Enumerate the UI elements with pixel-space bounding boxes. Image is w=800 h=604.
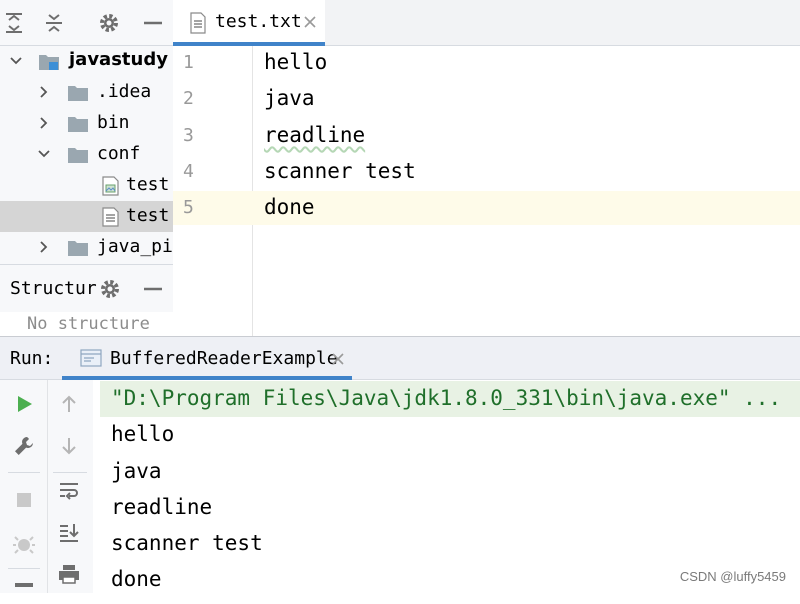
project-toolbar xyxy=(0,0,173,46)
expand-all-icon[interactable] xyxy=(2,11,26,35)
hide-icon[interactable] xyxy=(141,277,165,301)
run-label: Run: xyxy=(10,348,54,369)
tree-item-label: test. xyxy=(126,174,173,195)
hide-icon[interactable] xyxy=(141,11,165,35)
structure-title[interactable]: Structur xyxy=(10,278,97,299)
code-line[interactable]: hello xyxy=(264,50,327,74)
gear-icon[interactable] xyxy=(98,277,122,301)
folder-icon xyxy=(67,238,89,258)
structure-body: No structure xyxy=(0,312,173,337)
console-line[interactable]: hello xyxy=(111,422,174,446)
line-number: 1 xyxy=(183,52,194,73)
tree-item-label: bin xyxy=(97,112,130,133)
project-folder-icon xyxy=(38,52,60,72)
collapse-all-icon[interactable] xyxy=(42,11,66,35)
tree-item-idea[interactable]: .idea xyxy=(0,77,173,108)
folder-icon xyxy=(67,114,89,134)
current-line-highlight xyxy=(253,191,800,225)
layout-icon[interactable] xyxy=(12,580,36,604)
text-file-icon xyxy=(100,207,122,227)
scroll-to-end-icon[interactable] xyxy=(57,520,81,544)
rerun-icon[interactable] xyxy=(12,392,36,416)
tree-item-test-txt[interactable]: test. xyxy=(0,201,173,232)
watermark: CSDN @luffy5459 xyxy=(679,569,786,584)
arrow-down-icon[interactable] xyxy=(57,434,81,458)
tree-item-label: java_pic xyxy=(97,236,173,257)
chevron-down-icon[interactable] xyxy=(9,54,23,68)
console-command-line[interactable]: "D:\Program Files\Java\jdk1.8.0_331\bin\… xyxy=(111,386,781,410)
wrench-icon[interactable] xyxy=(12,434,36,458)
run-header: Run: BufferedReaderExample xyxy=(0,336,800,380)
run-toolbar-primary xyxy=(0,380,48,593)
no-structure-text: No structure xyxy=(27,314,150,334)
chevron-right-icon[interactable] xyxy=(37,240,51,254)
arrow-up-icon[interactable] xyxy=(57,392,81,416)
code-line[interactable]: java xyxy=(264,86,315,110)
tree-item-test-image[interactable]: test. xyxy=(0,170,173,201)
console-line[interactable]: scanner test xyxy=(111,531,263,555)
debug-icon[interactable] xyxy=(12,532,36,556)
line-number: 4 xyxy=(183,161,194,182)
line-number: 5 xyxy=(183,197,194,218)
line-number: 2 xyxy=(183,88,194,109)
console-line[interactable]: done xyxy=(111,567,162,591)
tree-item-label: conf xyxy=(97,143,141,164)
line-number: 3 xyxy=(183,125,194,146)
close-icon[interactable] xyxy=(330,351,346,367)
tree-item-bin[interactable]: bin xyxy=(0,108,173,139)
code-line[interactable]: scanner test xyxy=(264,159,416,183)
project-tree: javastudy .idea bin conf test test java_… xyxy=(0,46,173,264)
code-line[interactable]: done xyxy=(264,195,315,219)
tree-item-label: .idea xyxy=(97,81,152,102)
editor-tab-label: test.txt xyxy=(215,11,302,32)
tree-item-javastudy[interactable]: javastudy xyxy=(0,46,173,77)
text-file-icon xyxy=(188,12,208,34)
folder-icon xyxy=(67,83,89,103)
run-toolbar-secondary xyxy=(48,380,93,593)
editor-tab-bar: test.txt xyxy=(173,0,800,46)
run-tab-buffered-reader-example[interactable]: BufferedReaderExample xyxy=(62,337,352,380)
editor-tab-test-txt[interactable]: test.txt xyxy=(173,0,325,46)
structure-header: Structur xyxy=(0,264,173,312)
tree-item-label: test. xyxy=(126,205,173,226)
code-line[interactable]: readline xyxy=(264,123,365,147)
tree-item-label: javastudy xyxy=(69,49,168,70)
gear-icon[interactable] xyxy=(97,11,121,35)
tree-item-java-pic[interactable]: java_pic xyxy=(0,232,173,263)
stop-icon[interactable] xyxy=(12,488,36,512)
console-line[interactable]: readline xyxy=(111,495,212,519)
soft-wrap-icon[interactable] xyxy=(57,478,81,502)
chevron-right-icon[interactable] xyxy=(37,116,51,130)
print-icon[interactable] xyxy=(57,562,81,586)
chevron-right-icon[interactable] xyxy=(37,85,51,99)
chevron-down-icon[interactable] xyxy=(37,147,51,161)
console-line[interactable]: java xyxy=(111,459,162,483)
close-icon[interactable] xyxy=(301,13,319,31)
image-file-icon xyxy=(100,176,122,196)
run-config-icon xyxy=(80,348,102,368)
folder-icon xyxy=(67,145,89,165)
run-tab-label: BufferedReaderExample xyxy=(110,348,338,369)
tree-item-conf[interactable]: conf xyxy=(0,139,173,170)
